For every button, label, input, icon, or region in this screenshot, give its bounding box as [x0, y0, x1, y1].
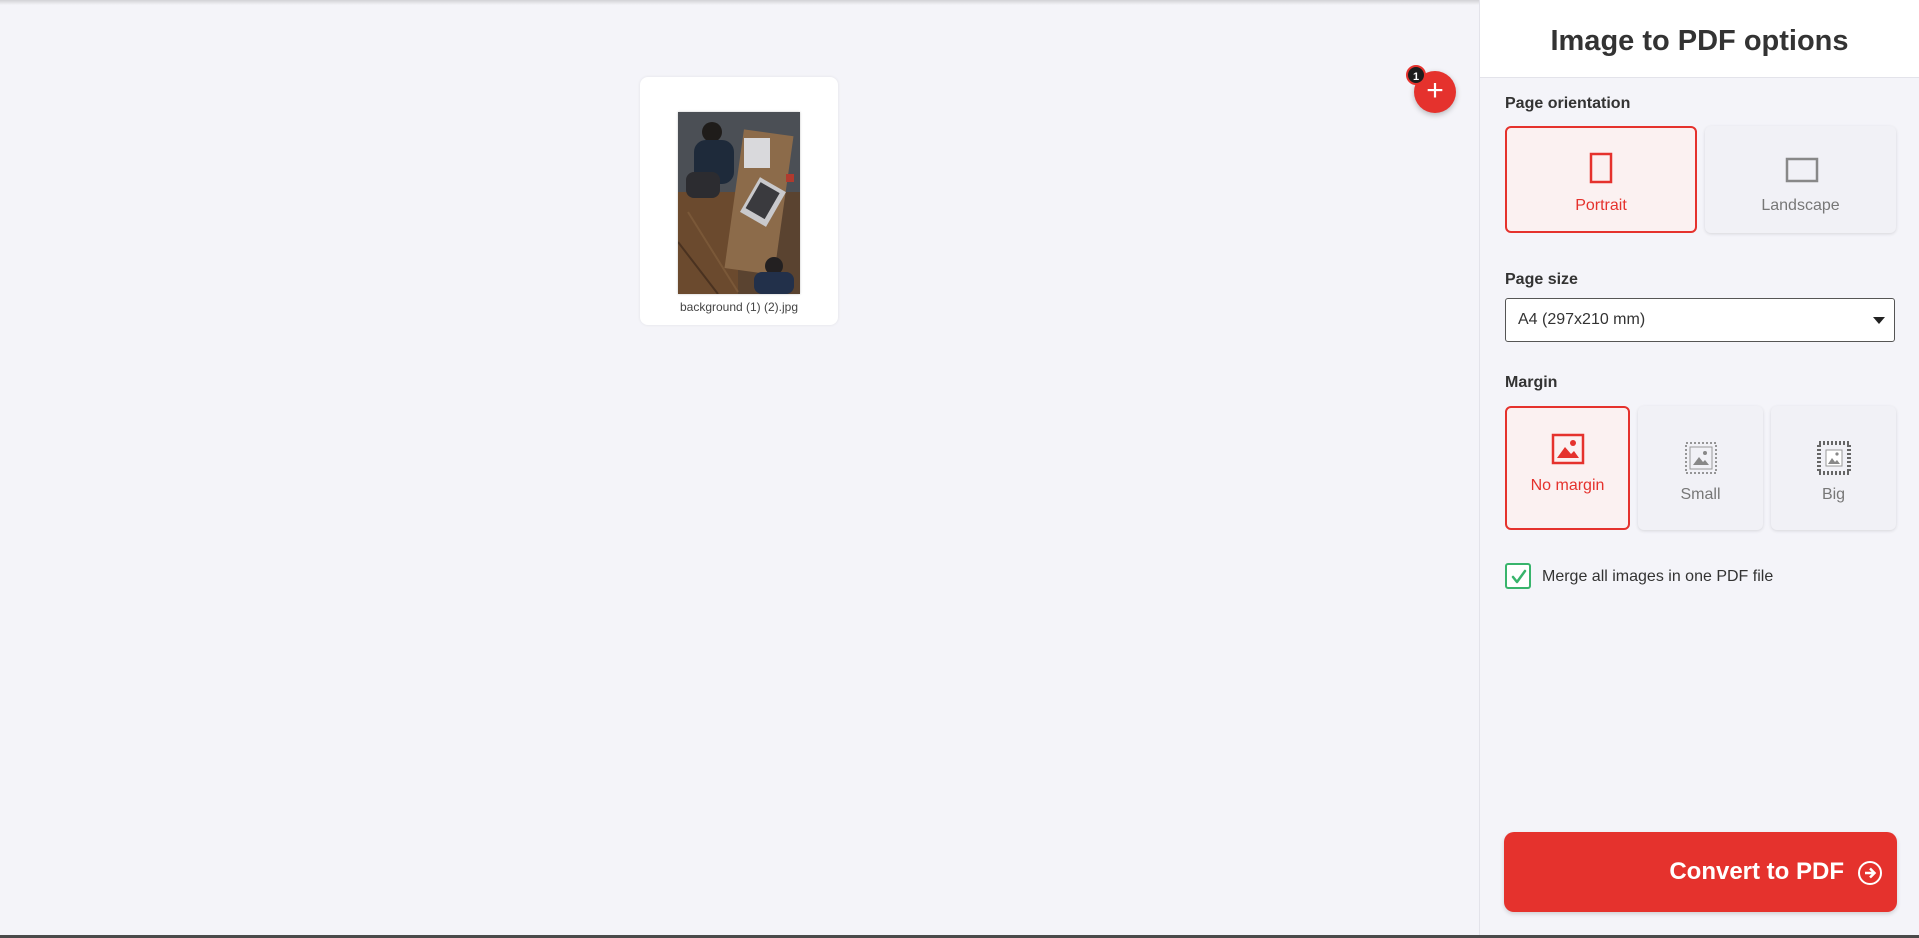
file-thumbnail [678, 112, 800, 294]
file-count-badge: 1 [1406, 65, 1426, 85]
sidebar-body: Page orientation Portrait Landscape Page… [1480, 78, 1919, 935]
page-size-select[interactable]: A4 (297x210 mm) [1505, 298, 1895, 342]
convert-button-label: Convert to PDF [1669, 858, 1844, 885]
page-size-label: Page size [1505, 271, 1578, 288]
portrait-label: Portrait [1575, 197, 1627, 214]
big-margin-label: Big [1821, 486, 1846, 503]
margin-big-option[interactable]: Big [1771, 406, 1896, 530]
orientation-landscape-option[interactable]: Landscape [1705, 126, 1896, 233]
add-more-files-button[interactable]: + 1 [1406, 65, 1456, 113]
options-sidebar: Image to PDF options Page orientation Po… [1479, 0, 1919, 935]
convert-to-pdf-button[interactable]: Convert to PDF [1504, 832, 1897, 912]
checkmark-icon [1511, 569, 1527, 584]
margin-small-option[interactable]: Small [1638, 406, 1763, 530]
portrait-icon [1589, 152, 1613, 184]
sidebar-title: Image to PDF options [1480, 0, 1919, 78]
landscape-icon [1785, 157, 1819, 183]
no-margin-icon [1551, 433, 1585, 465]
workspace: background (1) (2).jpg + 1 [0, 5, 1479, 935]
file-card[interactable]: background (1) (2).jpg [640, 77, 838, 325]
arrow-circle-right-icon [1858, 861, 1882, 885]
file-name: background (1) (2).jpg [679, 300, 799, 314]
no-margin-label: No margin [1530, 477, 1605, 494]
page-orientation-label: Page orientation [1505, 95, 1631, 112]
big-margin-icon [1817, 441, 1851, 475]
dropdown-arrow-icon [1873, 317, 1885, 324]
page-size-value: A4 (297x210 mm) [1518, 311, 1646, 328]
photo-thumbnail-image [678, 112, 800, 294]
orientation-portrait-option[interactable]: Portrait [1505, 126, 1697, 233]
margin-none-option[interactable]: No margin [1505, 406, 1630, 530]
landscape-label: Landscape [1761, 197, 1840, 214]
small-margin-icon [1685, 442, 1717, 474]
margin-label: Margin [1505, 374, 1558, 391]
merge-label[interactable]: Merge all images in one PDF file [1542, 568, 1773, 586]
merge-checkbox[interactable] [1505, 563, 1531, 589]
small-margin-label: Small [1680, 486, 1721, 503]
